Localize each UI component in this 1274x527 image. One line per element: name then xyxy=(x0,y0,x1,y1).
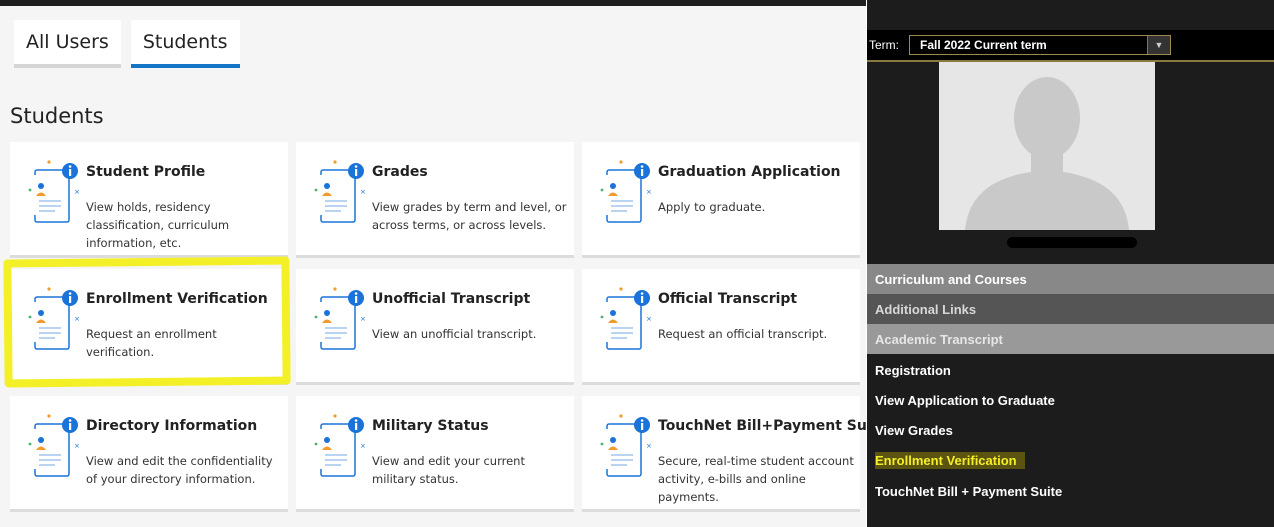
nav-label: Curriculum and Courses xyxy=(875,271,1027,287)
nav-additional-links[interactable]: Additional Links xyxy=(867,294,1274,324)
app-card-unofficial-transcript[interactable]: × Unofficial Transcript View an unofficial… xyxy=(296,269,574,385)
app-card-touchnet-bill-payment-suite[interactable]: × TouchNet Bill+Payment Suite Secure, real… xyxy=(582,396,888,512)
top-border xyxy=(0,0,866,6)
card-description: Request an enrollment verification. xyxy=(86,327,217,359)
student-document-info-icon: × xyxy=(28,410,84,486)
svg-text:×: × xyxy=(646,188,652,196)
nav-academic-transcript[interactable]: Academic Transcript xyxy=(867,324,1274,354)
card-title[interactable]: Directory Information xyxy=(86,418,257,434)
tab-students[interactable]: Students xyxy=(130,20,240,68)
card-title[interactable]: Student Profile xyxy=(86,164,205,180)
card-description: Secure, real-time student account activi… xyxy=(658,454,854,504)
nav-label: Enrollment Verification xyxy=(875,451,1025,469)
redacted-name xyxy=(1007,237,1137,248)
user-type-tabs: All Users Students xyxy=(14,20,240,68)
nav-registration[interactable]: Registration xyxy=(867,355,1274,385)
app-card-military-status[interactable]: × Military Status View and edit your curre… xyxy=(296,396,574,512)
nav-label: View Grades xyxy=(875,422,953,438)
card-description: View and edit your current military stat… xyxy=(372,454,525,486)
student-document-info-icon: × xyxy=(28,156,84,232)
app-card-student-profile[interactable]: × Student Profile View holds, residency cl… xyxy=(10,142,288,258)
card-description: View and edit the confidentiality of you… xyxy=(86,454,273,486)
card-description: View holds, residency classification, cu… xyxy=(86,200,230,250)
app-card-grades[interactable]: × Grades View grades by term and level, or… xyxy=(296,142,574,258)
nav-label: View Application to Graduate xyxy=(875,392,1055,408)
student-document-info-icon: × xyxy=(28,283,84,359)
nav-label: Academic Transcript xyxy=(875,331,1003,347)
svg-text:×: × xyxy=(360,442,366,450)
app-card-official-transcript[interactable]: × Official Transcript Request an official … xyxy=(582,269,860,385)
card-title[interactable]: Military Status xyxy=(372,418,489,434)
nav-label: Registration xyxy=(875,362,951,378)
svg-text:×: × xyxy=(360,315,366,323)
banner-student-menu: Term: Fall 2022 Current term ▼ Curriculu… xyxy=(867,0,1274,527)
avatar-silhouette-icon xyxy=(939,62,1155,230)
chevron-down-icon[interactable]: ▼ xyxy=(1147,36,1170,54)
student-document-info-icon: × xyxy=(314,410,370,486)
student-document-info-icon: × xyxy=(600,410,656,486)
svg-text:×: × xyxy=(74,315,80,323)
student-photo xyxy=(939,62,1155,230)
card-description: View an unofficial transcript. xyxy=(372,327,537,341)
term-bar: Term: Fall 2022 Current term ▼ xyxy=(867,30,1274,62)
card-title[interactable]: Graduation Application xyxy=(658,164,841,180)
app-card-graduation-application[interactable]: × Graduation Application Apply to graduate… xyxy=(582,142,860,258)
svg-text:×: × xyxy=(646,315,652,323)
svg-text:×: × xyxy=(360,188,366,196)
card-description: View grades by term and level, or across… xyxy=(372,200,567,232)
nav-touchnet-bill-payment-suite[interactable]: TouchNet Bill + Payment Suite xyxy=(867,476,1274,506)
term-select[interactable]: Fall 2022 Current term ▼ xyxy=(909,35,1171,55)
student-document-info-icon: × xyxy=(314,283,370,359)
card-title[interactable]: Official Transcript xyxy=(658,291,797,307)
card-description: Apply to graduate. xyxy=(658,200,766,214)
student-document-info-icon: × xyxy=(600,283,656,359)
svg-text:×: × xyxy=(74,442,80,450)
card-title[interactable]: Grades xyxy=(372,164,428,180)
card-title[interactable]: Unofficial Transcript xyxy=(372,291,530,307)
tab-all-users[interactable]: All Users xyxy=(14,20,121,68)
nav-label: Additional Links xyxy=(875,301,977,317)
card-description: Request an official transcript. xyxy=(658,327,828,341)
student-document-info-icon: × xyxy=(314,156,370,232)
svg-text:×: × xyxy=(646,442,652,450)
nav-view-application-to-graduate[interactable]: View Application to Graduate xyxy=(867,385,1274,415)
student-document-info-icon: × xyxy=(600,156,656,232)
student-apps-panel: All Users Students Students × Student Pro… xyxy=(0,0,888,527)
nav-label: TouchNet Bill + Payment Suite xyxy=(875,483,1063,499)
section-title: Students xyxy=(10,104,104,128)
nav-curriculum-and-courses[interactable]: Curriculum and Courses xyxy=(867,264,1274,294)
card-title[interactable]: TouchNet Bill+Payment Suite xyxy=(658,418,888,434)
svg-text:×: × xyxy=(74,188,80,196)
term-label: Term: xyxy=(869,38,899,52)
card-title[interactable]: Enrollment Verification xyxy=(86,291,268,307)
nav-view-grades[interactable]: View Grades xyxy=(867,415,1274,445)
app-card-enrollment-verification[interactable]: × Enrollment Verification Request an enrol… xyxy=(10,269,288,385)
term-value: Fall 2022 Current term xyxy=(920,38,1047,52)
app-card-directory-information[interactable]: × Directory Information View and edit the … xyxy=(10,396,288,512)
nav-enrollment-verification[interactable]: Enrollment Verification xyxy=(867,445,1274,475)
